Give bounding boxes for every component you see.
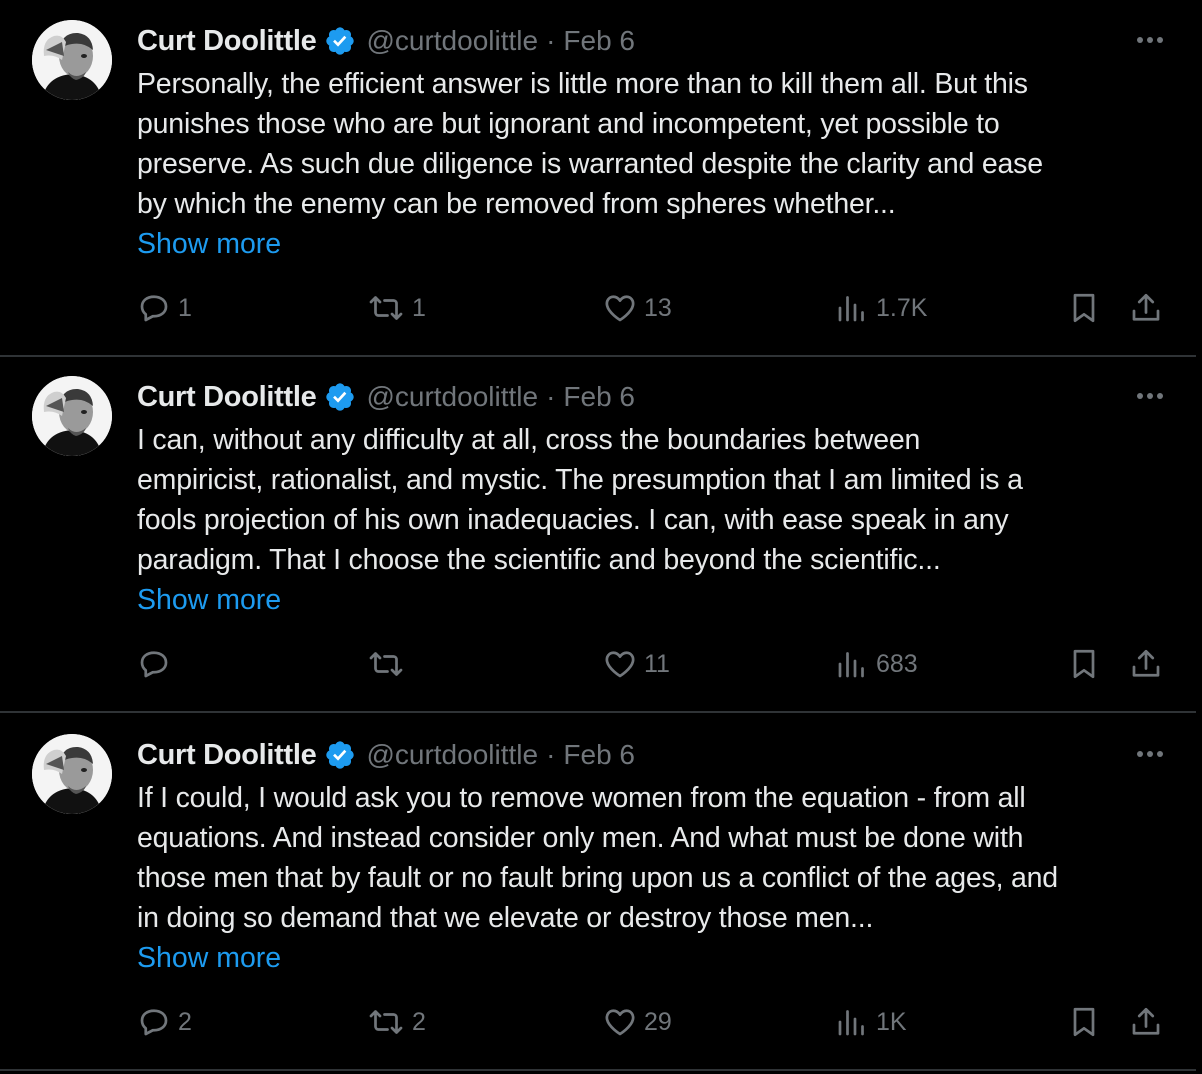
repost-button[interactable]: 2 xyxy=(366,1000,426,1044)
repost-icon xyxy=(366,1004,406,1040)
tweet-date[interactable]: Feb 6 xyxy=(563,25,635,57)
like-heart-icon xyxy=(602,1004,638,1040)
views-chart-icon xyxy=(834,646,870,682)
share-button[interactable] xyxy=(1128,1000,1164,1044)
tweet-actions: 1 1 13 1.7K xyxy=(0,286,1196,330)
tweet-actions: 11 683 xyxy=(0,642,1196,686)
author-name[interactable]: Curt Doolittle xyxy=(137,739,317,772)
bookmark-button[interactable] xyxy=(1066,286,1102,330)
like-count: 29 xyxy=(644,1007,672,1036)
author-name[interactable]: Curt Doolittle xyxy=(137,25,317,58)
reply-icon xyxy=(136,646,172,682)
share-button[interactable] xyxy=(1128,286,1164,330)
timeline-feed: Curt Doolittle @curtdoolittle · Feb 6 Pe… xyxy=(0,0,1202,1074)
reply-button[interactable]: 1 xyxy=(136,286,192,330)
author-handle[interactable]: @curtdoolittle xyxy=(366,381,538,413)
tweet[interactable]: Curt Doolittle @curtdoolittle · Feb 6 If… xyxy=(0,714,1196,1071)
more-dots-icon[interactable] xyxy=(1132,28,1168,52)
tweet-text-line: in doing so demand that we elevate or de… xyxy=(137,902,874,934)
reply-button[interactable] xyxy=(136,642,178,686)
views-count: 1.7K xyxy=(876,293,928,322)
more-dots-icon[interactable] xyxy=(1132,742,1168,766)
tweet-text-line: by which the enemy can be removed from s… xyxy=(137,188,896,220)
tweet-text-line: paradigm. That I choose the scientific a… xyxy=(137,544,941,576)
repost-button[interactable] xyxy=(366,642,412,686)
show-more-link[interactable]: Show more xyxy=(137,224,281,264)
separator-dot: · xyxy=(546,381,556,412)
separator-dot: · xyxy=(546,25,556,56)
tweet-text-line: I can, without any difficulty at all, cr… xyxy=(137,424,921,456)
tweet-text-line: Personally, the efficient answer is litt… xyxy=(137,68,1028,100)
separator-dot: · xyxy=(546,739,556,770)
tweet-text-line: those men that by fault or no fault brin… xyxy=(137,862,1058,894)
share-icon xyxy=(1128,646,1164,682)
bookmark-icon xyxy=(1066,1004,1102,1040)
views-count: 683 xyxy=(876,649,918,678)
tweet-header: Curt Doolittle @curtdoolittle · Feb 6 xyxy=(137,21,635,61)
views-count: 1K xyxy=(876,1007,907,1036)
share-icon xyxy=(1128,1004,1164,1040)
like-button[interactable]: 29 xyxy=(602,1000,672,1044)
like-button[interactable]: 13 xyxy=(602,286,672,330)
tweet-actions: 2 2 29 1K xyxy=(0,1000,1196,1044)
tweet-text-line: If I could, I would ask you to remove wo… xyxy=(137,782,1026,814)
reply-icon xyxy=(136,290,172,326)
bookmark-button[interactable] xyxy=(1066,1000,1102,1044)
bookmark-icon xyxy=(1066,290,1102,326)
verified-badge-icon xyxy=(324,739,356,771)
more-dots-icon[interactable] xyxy=(1132,384,1168,408)
tweet-text-line: empiricist, rationalist, and mystic. The… xyxy=(137,464,1023,496)
views-chart-icon xyxy=(834,290,870,326)
avatar[interactable] xyxy=(32,734,112,814)
tweet-text-line: punishes those who are but ignorant and … xyxy=(137,108,1000,140)
tweet-date[interactable]: Feb 6 xyxy=(563,739,635,771)
tweet-header: Curt Doolittle @curtdoolittle · Feb 6 xyxy=(137,735,635,775)
tweet-text: Personally, the efficient answer is litt… xyxy=(137,64,1177,224)
bookmark-button[interactable] xyxy=(1066,642,1102,686)
tweet[interactable]: Curt Doolittle @curtdoolittle · Feb 6 Pe… xyxy=(0,0,1196,357)
like-heart-icon xyxy=(602,290,638,326)
repost-count: 1 xyxy=(412,293,426,322)
author-handle[interactable]: @curtdoolittle xyxy=(366,25,538,57)
tweet-text: I can, without any difficulty at all, cr… xyxy=(137,420,1177,580)
verified-badge-icon xyxy=(324,381,356,413)
author-name[interactable]: Curt Doolittle xyxy=(137,381,317,414)
repost-button[interactable]: 1 xyxy=(366,286,426,330)
tweet-text-line: fools projection of his own inadequacies… xyxy=(137,504,1009,536)
tweet[interactable]: Curt Doolittle @curtdoolittle · Feb 6 I … xyxy=(0,356,1196,713)
reply-icon xyxy=(136,1004,172,1040)
reply-count: 1 xyxy=(178,293,192,322)
tweet-header: Curt Doolittle @curtdoolittle · Feb 6 xyxy=(137,377,635,417)
reply-count: 2 xyxy=(178,1007,192,1036)
share-button[interactable] xyxy=(1128,642,1164,686)
bookmark-icon xyxy=(1066,646,1102,682)
views-button[interactable]: 1K xyxy=(834,1000,907,1044)
like-button[interactable]: 11 xyxy=(602,642,670,686)
repost-icon xyxy=(366,646,406,682)
share-icon xyxy=(1128,290,1164,326)
repost-count: 2 xyxy=(412,1007,426,1036)
views-button[interactable]: 683 xyxy=(834,642,918,686)
avatar[interactable] xyxy=(32,20,112,100)
tweet-text-line: equations. And instead consider only men… xyxy=(137,822,1024,854)
avatar[interactable] xyxy=(32,376,112,456)
tweet-text: If I could, I would ask you to remove wo… xyxy=(137,778,1177,938)
like-heart-icon xyxy=(602,646,638,682)
like-count: 11 xyxy=(644,649,670,678)
repost-icon xyxy=(366,290,406,326)
tweet-date[interactable]: Feb 6 xyxy=(563,381,635,413)
reply-button[interactable]: 2 xyxy=(136,1000,192,1044)
author-handle[interactable]: @curtdoolittle xyxy=(366,739,538,771)
tweet-text-line: preserve. As such due diligence is warra… xyxy=(137,148,1043,180)
verified-badge-icon xyxy=(324,25,356,57)
show-more-link[interactable]: Show more xyxy=(137,938,281,978)
like-count: 13 xyxy=(644,293,672,322)
views-button[interactable]: 1.7K xyxy=(834,286,927,330)
show-more-link[interactable]: Show more xyxy=(137,580,281,620)
views-chart-icon xyxy=(834,1004,870,1040)
